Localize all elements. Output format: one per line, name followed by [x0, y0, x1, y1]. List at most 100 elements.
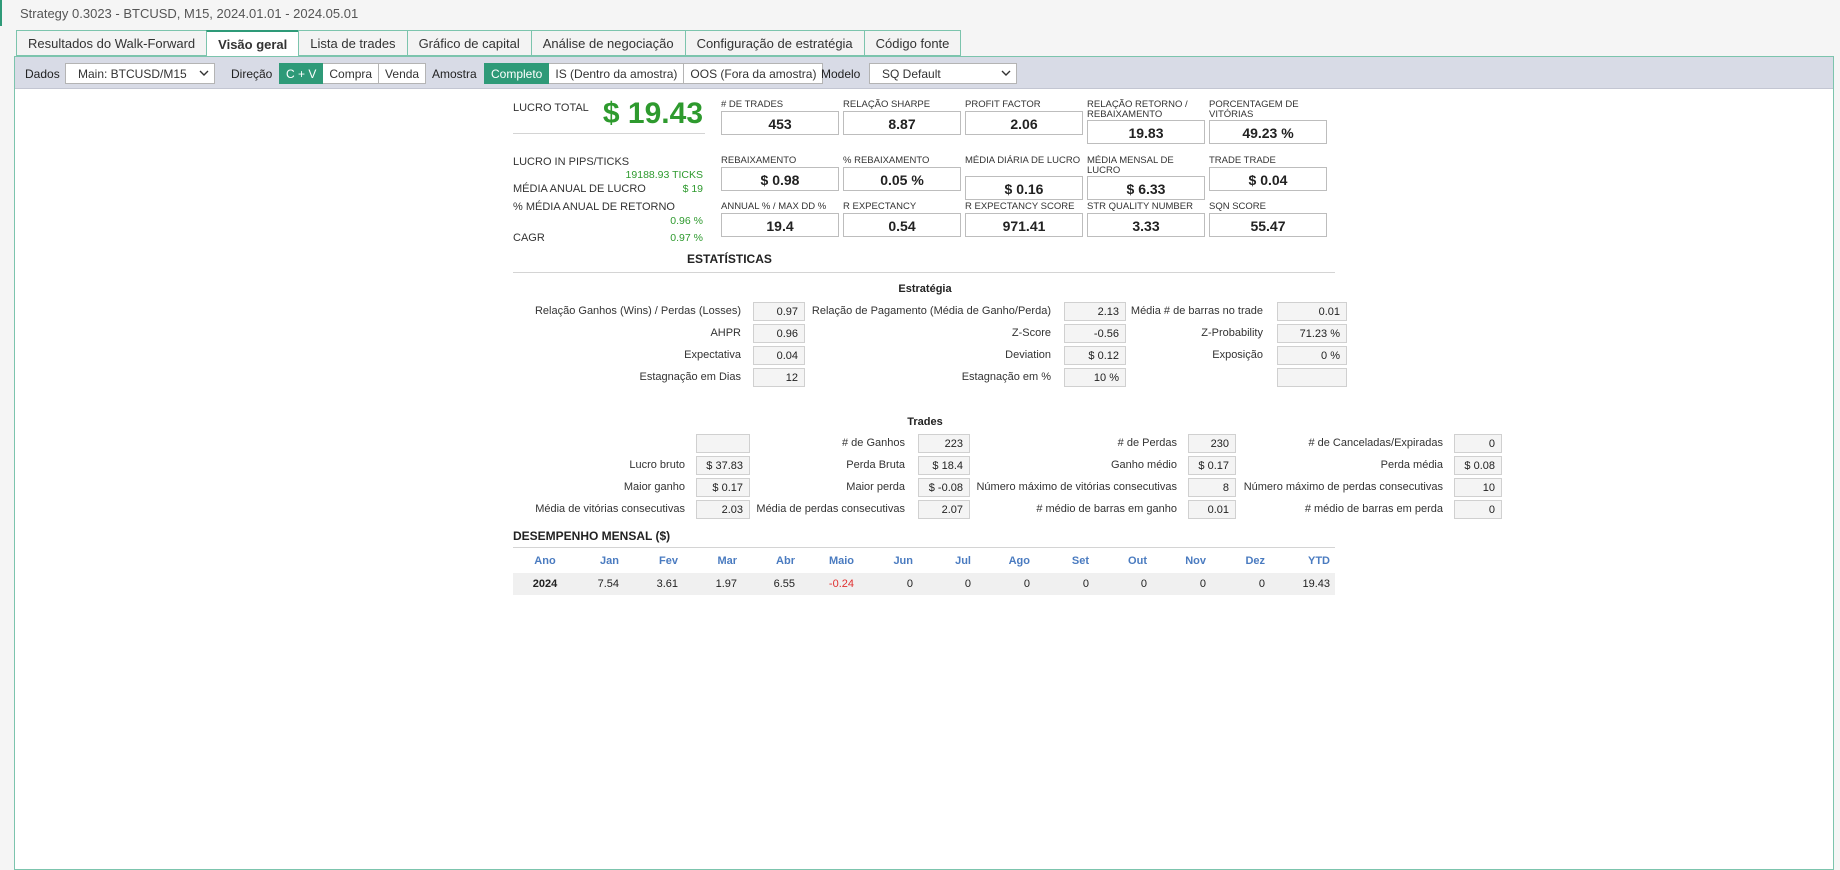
stat-label: AHPR	[710, 327, 741, 339]
stat-label: Z-Probability	[1201, 327, 1263, 339]
tab-configuracao-estrategia[interactable]: Configuração de estratégia	[684, 30, 864, 56]
pct-media-label: % MÉDIA ANUAL DE RETORNO	[513, 201, 675, 213]
stat-label: Média de perdas consecutivas	[756, 503, 905, 515]
media-anual-value: $ 19	[682, 183, 703, 195]
amostra-completo-button[interactable]: Completo	[484, 63, 550, 84]
stat-label: # médio de barras em ganho	[1036, 503, 1177, 515]
cagr-label: CAGR	[513, 232, 545, 244]
modelo-select[interactable]: SQ Default	[869, 63, 1017, 84]
stat-value: 0	[1454, 500, 1502, 519]
window-title: Strategy 0.3023 - BTCUSD, M15, 2024.01.0…	[0, 0, 1840, 26]
metric-label: REBAIXAMENTO	[721, 155, 797, 166]
estatisticas-title: ESTATÍSTICAS	[687, 252, 772, 266]
month-header: Nov	[1185, 555, 1206, 567]
tab-codigo-fonte[interactable]: Código fonte	[863, 30, 962, 56]
overview-panel: Dados Main: BTCUSD/M15 Direção C + V Com…	[14, 56, 1834, 870]
tab-analise-negociacao[interactable]: Análise de negociação	[530, 30, 685, 56]
month-header: Maio	[828, 555, 854, 567]
metric-value: 453	[721, 111, 839, 135]
stat-value: 10 %	[1064, 368, 1126, 387]
stat-label: Relação Ganhos (Wins) / Perdas (Losses)	[534, 305, 741, 317]
chevron-down-icon	[199, 70, 209, 76]
stat-value: 12	[753, 368, 805, 387]
stat-label: Maior perda	[846, 481, 905, 493]
lucro-total-value: $ 19.43	[602, 97, 703, 130]
metric-value: 971.41	[965, 213, 1083, 237]
tab-grafico-capital[interactable]: Gráfico de capital	[406, 30, 531, 56]
stat-value: -0.56	[1064, 324, 1126, 343]
stat-value: $ 37.83	[696, 456, 750, 475]
chevron-down-icon	[1001, 70, 1011, 76]
modelo-select-value: SQ Default	[882, 67, 941, 81]
stat-label: Perda média	[1380, 459, 1443, 471]
stat-label: Número máximo de perdas consecutivas	[1243, 481, 1443, 493]
direcao-venda-button[interactable]: Venda	[379, 63, 427, 84]
stat-value: 2.13	[1064, 302, 1126, 321]
metric-label: MÉDIA MENSAL DE LUCRO	[1087, 155, 1174, 176]
month-value: 0	[964, 578, 971, 590]
stat-value: 0.01	[1188, 500, 1236, 519]
lucro-total-label: LUCRO TOTAL	[513, 102, 589, 114]
tab-lista-trades[interactable]: Lista de trades	[298, 30, 407, 56]
metric-label: RELAÇÃO SHARPE	[843, 99, 931, 110]
dados-select[interactable]: Main: BTCUSD/M15	[65, 63, 215, 84]
metric-label: R EXPECTANCY SCORE	[965, 201, 1075, 212]
month-value: 0	[906, 578, 913, 590]
month-header: Mar	[717, 555, 737, 567]
month-value: 1.97	[715, 578, 737, 590]
month-header: Set	[1071, 555, 1089, 567]
month-header: Ago	[1008, 555, 1030, 567]
tab-walk-forward[interactable]: Resultados do Walk-Forward	[16, 30, 207, 56]
direcao-compra-button[interactable]: Compra	[323, 63, 380, 84]
amostra-oos-button[interactable]: OOS (Fora da amostra)	[684, 63, 824, 84]
stat-label: Z-Score	[1011, 327, 1051, 339]
stat-label: Maior ganho	[623, 481, 685, 493]
stat-value: $ 0.12	[1064, 346, 1126, 365]
month-header: YTD	[1308, 555, 1330, 567]
metric-value: 2.06	[965, 111, 1083, 135]
media-anual-label: MÉDIA ANUAL DE LUCRO	[513, 183, 646, 195]
metric-value: $ 0.16	[965, 176, 1083, 200]
month-header: Jun	[893, 555, 913, 567]
metric-value: 0.54	[843, 213, 961, 237]
stat-value: $ 0.08	[1454, 456, 1502, 475]
month-value: 0	[1023, 578, 1030, 590]
stat-value: $ -0.08	[918, 478, 970, 497]
direcao-toggle: C + V Compra Venda	[279, 63, 427, 84]
direcao-label: Direção	[231, 67, 273, 81]
month-value: 3.61	[656, 578, 678, 590]
stat-label: Exposição	[1212, 349, 1263, 361]
stat-value: 2.03	[696, 500, 750, 519]
stat-label: Estagnação em Dias	[639, 371, 742, 383]
metric-label: PROFIT FACTOR	[965, 99, 1041, 110]
month-header: Jul	[955, 555, 971, 567]
metric-value: 55.47	[1209, 213, 1327, 237]
cagr-value: 0.97 %	[670, 232, 703, 244]
metric-value: $ 0.98	[721, 167, 839, 191]
metric-label: TRADE TRADE	[1209, 155, 1276, 166]
month-header: Fev	[659, 555, 678, 567]
metric-value: 49.23 %	[1209, 120, 1327, 144]
metric-label: # DE TRADES	[721, 99, 784, 110]
stat-label: # de Canceladas/Expiradas	[1308, 437, 1443, 449]
overview-content: LUCRO TOTAL $ 19.43 LUCRO IN PIPS/TICKS …	[15, 89, 1833, 869]
stat-value: 2.07	[918, 500, 970, 519]
month-value: 7.54	[597, 578, 619, 590]
month-header: Dez	[1245, 555, 1265, 567]
pips-value: 19188.93 TICKS	[625, 169, 703, 181]
pips-label: LUCRO IN PIPS/TICKS	[513, 156, 630, 168]
stat-value: 223	[918, 434, 970, 453]
direcao-cv-button[interactable]: C + V	[279, 63, 324, 84]
dados-label: Dados	[25, 67, 60, 81]
stat-label: Relação de Pagamento (Média de Ganho/Per…	[811, 305, 1051, 317]
tab-visao-geral[interactable]: Visão geral	[206, 30, 299, 57]
amostra-is-button[interactable]: IS (Dentro da amostra)	[549, 63, 685, 84]
stat-value: 230	[1188, 434, 1236, 453]
stat-value	[696, 434, 750, 453]
metric-value: $ 0.04	[1209, 167, 1327, 191]
modelo-label: Modelo	[821, 67, 861, 81]
stat-value: 10	[1454, 478, 1502, 497]
stat-value: $ 0.17	[1188, 456, 1236, 475]
stat-label: # de Perdas	[1117, 437, 1177, 449]
amostra-toggle: Completo IS (Dentro da amostra) OOS (For…	[484, 63, 824, 84]
